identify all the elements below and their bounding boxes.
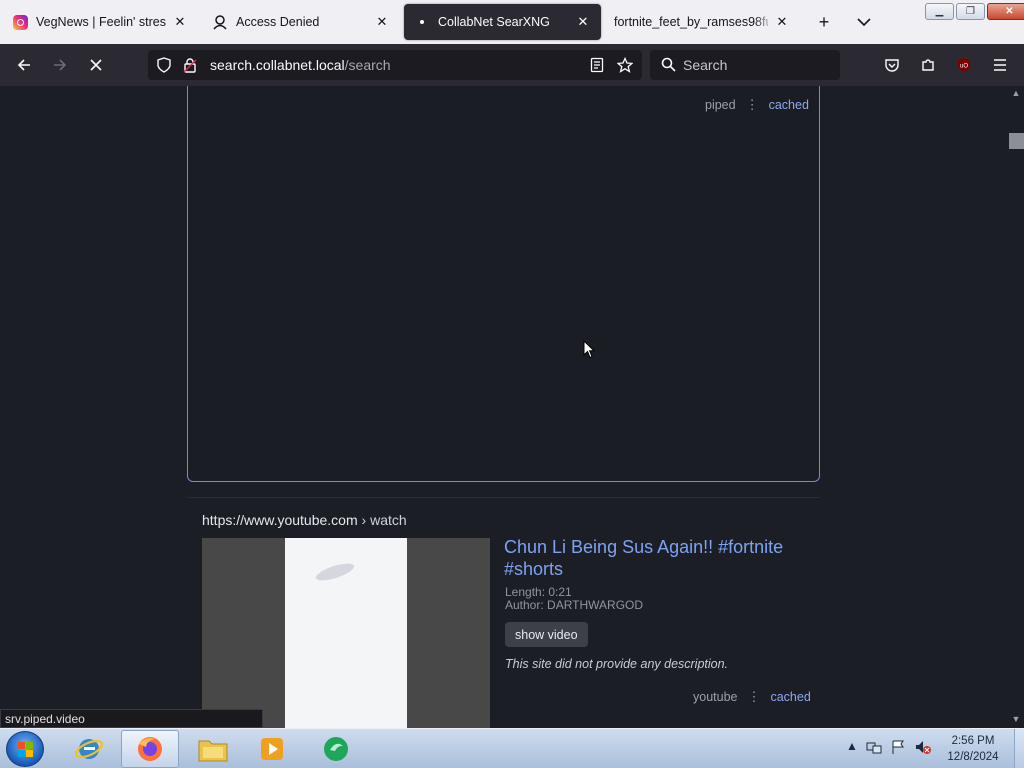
vertical-scrollbar[interactable]: ▲ ▼: [1008, 86, 1024, 728]
close-tab-icon[interactable]: ✕: [575, 14, 591, 30]
instagram-icon: [12, 14, 28, 30]
close-tab-icon[interactable]: ✕: [172, 14, 188, 30]
search-input[interactable]: Search: [650, 50, 840, 80]
url-text: search.collabnet.local/search: [210, 57, 391, 73]
action-center-flag-icon[interactable]: [890, 739, 906, 758]
navigation-bar: search.collabnet.local/search Search uO: [0, 44, 1024, 86]
cached-link[interactable]: cached: [770, 690, 810, 704]
new-tab-icon[interactable]: +: [812, 10, 836, 34]
tab-title: CollabNet SearXNG: [438, 15, 550, 29]
show-video-button[interactable]: show video: [505, 622, 588, 647]
window-controls: ▁ ❐ ✕: [925, 3, 1024, 20]
mouse-cursor-icon: [583, 339, 596, 364]
start-button[interactable]: [6, 731, 44, 767]
tab-strip: VegNews | Feelin' stressed? ✕ Access Den…: [0, 0, 1024, 44]
result-title-link[interactable]: Chun Li Being Sus Again!! #fortnite #sho…: [504, 536, 814, 580]
media-player-icon[interactable]: [243, 730, 301, 768]
video-thumbnail[interactable]: [202, 538, 490, 728]
ublock-origin-icon[interactable]: uO: [952, 53, 976, 77]
reader-view-icon[interactable]: [589, 57, 605, 73]
tab-title: VegNews | Feelin' stressed?: [36, 15, 166, 29]
tab-collabnet-searxng[interactable]: CollabNet SearXNG ✕: [404, 4, 601, 40]
windows-logo-icon: [18, 742, 33, 757]
svg-text:uO: uO: [960, 64, 968, 70]
tab-title: fortnite_feet_by_ramses98full_d: [614, 15, 768, 29]
minimize-icon[interactable]: ▁: [925, 3, 954, 20]
result-meta: youtube ⋮ cached: [693, 689, 811, 705]
restore-icon[interactable]: ❐: [956, 3, 985, 20]
lock-icon[interactable]: [182, 57, 198, 73]
internet-explorer-icon[interactable]: [60, 730, 118, 768]
close-tab-icon[interactable]: ✕: [374, 14, 390, 30]
result-url[interactable]: https://www.youtube.com › watch: [202, 512, 407, 528]
video-author: Author: DARTHWARGOD: [505, 598, 644, 612]
shield-icon[interactable]: [156, 57, 172, 73]
firefox-icon[interactable]: [121, 730, 179, 768]
tray-expand-icon[interactable]: ▲: [846, 739, 858, 753]
video-player-card[interactable]: [187, 86, 820, 482]
dot-icon: [414, 14, 430, 30]
windows-taskbar: ▲ 2:56 PM 12/8/2024: [0, 728, 1024, 768]
forward-arrow-icon[interactable]: [48, 53, 72, 77]
scroll-down-icon[interactable]: ▼: [1011, 714, 1021, 724]
network-icon[interactable]: [866, 739, 882, 758]
app-icon[interactable]: [307, 730, 365, 768]
clock-date: 12/8/2024: [947, 751, 999, 763]
file-explorer-icon[interactable]: [184, 730, 242, 768]
show-desktop-button[interactable]: [1014, 729, 1024, 768]
stop-loading-icon[interactable]: [84, 53, 108, 77]
separator: ⋮: [745, 97, 759, 112]
system-clock[interactable]: 2:56 PM 12/8/2024: [936, 733, 1010, 765]
engine-label: youtube: [693, 690, 738, 704]
cached-link[interactable]: cached: [769, 98, 809, 112]
tab-fortnite-feet[interactable]: fortnite_feet_by_ramses98full_d ✕: [604, 4, 800, 40]
video-length: Length: 0:21: [505, 585, 572, 599]
close-tab-icon[interactable]: ✕: [774, 14, 790, 30]
list-all-tabs-icon[interactable]: [852, 10, 876, 34]
back-arrow-icon[interactable]: [12, 53, 36, 77]
extensions-icon[interactable]: [916, 53, 940, 77]
result-description: This site did not provide any descriptio…: [505, 657, 729, 671]
search-icon: [661, 57, 676, 75]
scroll-up-icon[interactable]: ▲: [1011, 88, 1021, 98]
search-placeholder: Search: [683, 57, 728, 73]
status-bar: srv.piped.video: [0, 709, 263, 728]
url-bar[interactable]: search.collabnet.local/search: [148, 50, 642, 80]
site-icon: [212, 14, 228, 30]
tab-title: Access Denied: [236, 15, 320, 29]
tab-access-denied[interactable]: Access Denied ✕: [202, 4, 400, 40]
result-meta: piped ⋮ cached: [705, 97, 809, 113]
bookmark-star-icon[interactable]: [617, 57, 633, 73]
page-content: piped ⋮ cached https://www.youtube.com ›…: [0, 86, 1008, 728]
pocket-icon[interactable]: [880, 53, 904, 77]
separator: ⋮: [747, 689, 761, 704]
scrollbar-thumb[interactable]: [1009, 133, 1024, 149]
window-close-icon[interactable]: ✕: [987, 3, 1024, 20]
clock-time: 2:56 PM: [951, 735, 995, 747]
engine-label: piped: [705, 98, 736, 112]
hamburger-menu-icon[interactable]: [988, 53, 1012, 77]
result-divider: [187, 497, 820, 498]
volume-muted-icon[interactable]: [914, 739, 932, 758]
tab-vegnews[interactable]: VegNews | Feelin' stressed? ✕: [2, 4, 198, 40]
